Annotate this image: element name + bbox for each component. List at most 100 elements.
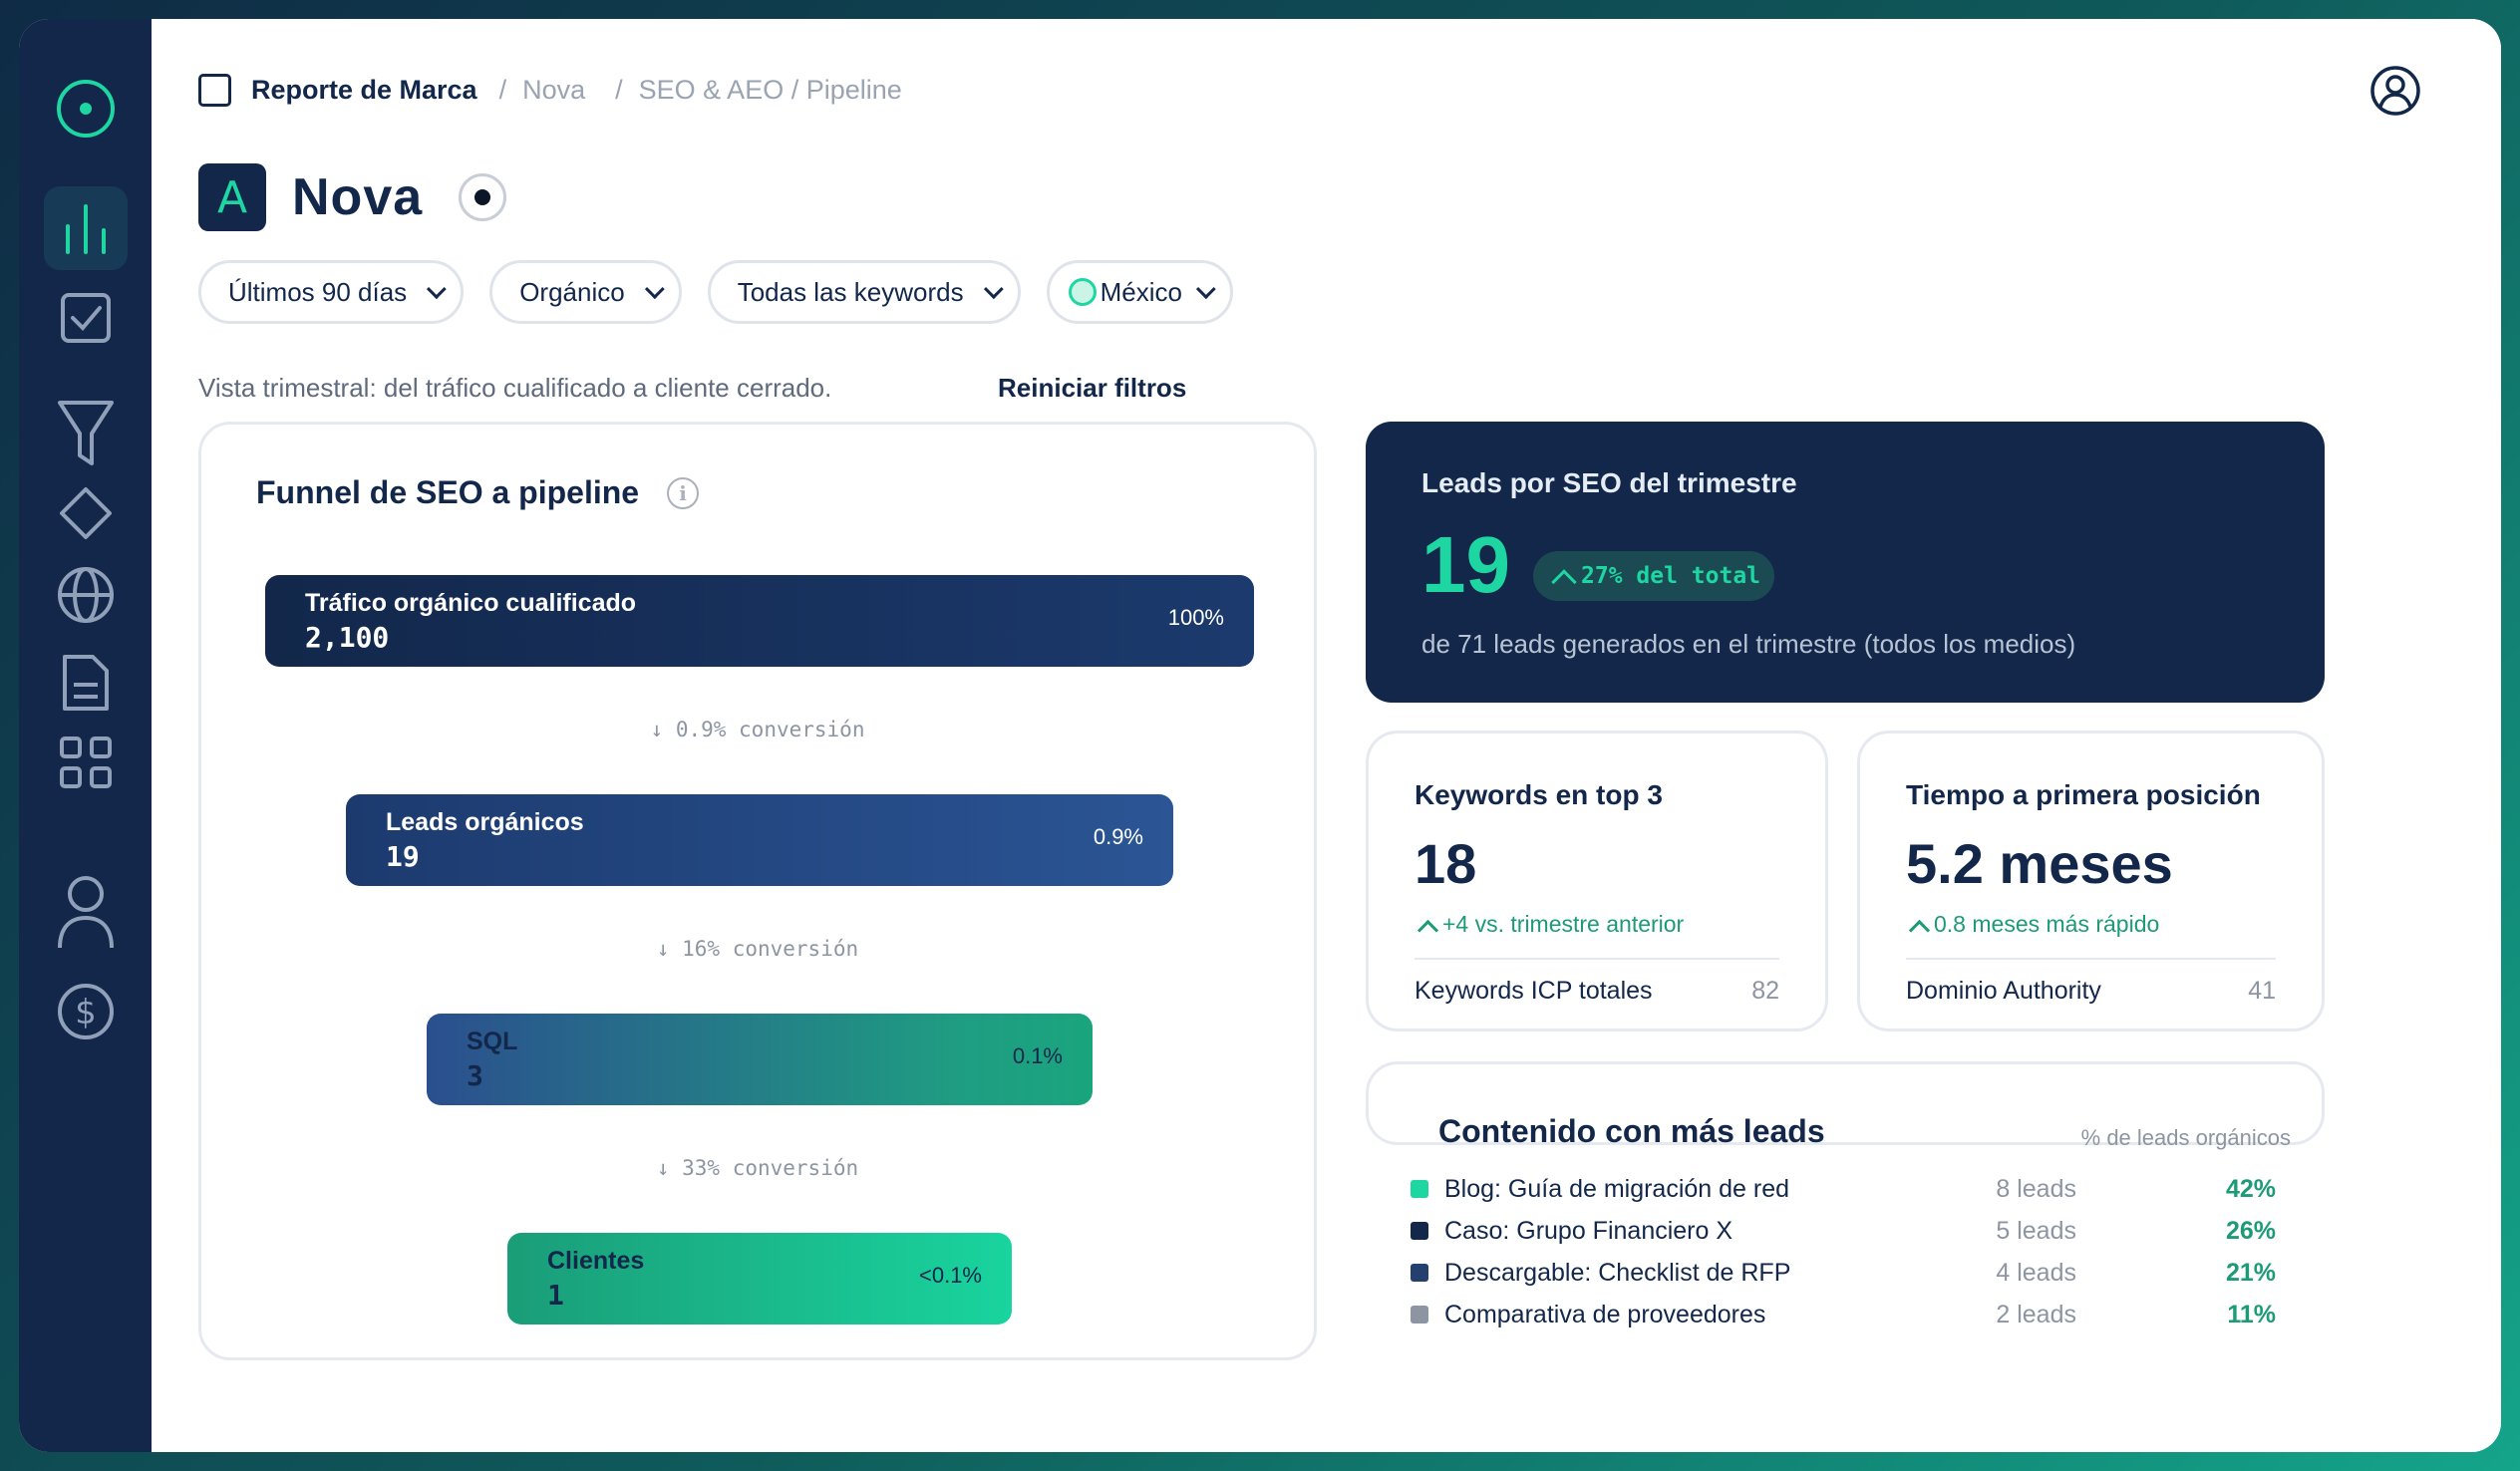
content-percent: 42% <box>2225 1174 2276 1203</box>
stage-percent: 0.1% <box>1012 1043 1063 1068</box>
info-icon[interactable]: i <box>667 476 700 509</box>
top-content-header: % de leads orgánicos <box>2080 1125 2291 1150</box>
divider <box>1906 958 2276 960</box>
breadcrumb-separator: / <box>615 75 623 105</box>
leads-count: 19 <box>1421 520 1510 609</box>
list-item[interactable]: Blog: Guía de migración de red 8 leads 4… <box>1411 1171 2276 1207</box>
sidebar-item-apps[interactable] <box>58 735 114 790</box>
kpi-value: 18 <box>1415 832 1477 895</box>
filter-date-range[interactable]: Últimos 90 días <box>198 260 465 324</box>
stage-label: Tráfico orgánico cualificado <box>305 589 637 617</box>
conversion-rate: ↓ 16% conversión <box>656 937 859 961</box>
stage-value: 1 <box>547 1279 564 1312</box>
kpi-delta-text: 0.8 meses más rápido <box>1934 911 2160 937</box>
sidebar-item-analytics[interactable] <box>43 186 128 270</box>
stage-value: 19 <box>386 840 420 873</box>
sidebar-item-contacts[interactable] <box>56 874 116 950</box>
filter-label: México <box>1100 276 1182 307</box>
kpi-footer-value: 82 <box>1751 977 1779 1005</box>
breadcrumb-separator: / <box>498 75 507 105</box>
sidebar-item-tasks[interactable] <box>58 290 114 346</box>
kpi-card-keywords: Keywords en top 3 18 +4 vs. trimestre an… <box>1366 731 1828 1031</box>
user-icon <box>57 876 114 949</box>
list-item[interactable]: Descargable: Checklist de RFP 4 leads 21… <box>1411 1255 2276 1291</box>
checkbox-icon <box>60 293 111 343</box>
sidebar-item-diamond[interactable] <box>58 485 114 541</box>
stage-label: SQL <box>467 1028 518 1055</box>
chevron-down-icon <box>1195 279 1216 300</box>
list-item[interactable]: Caso: Grupo Financiero X 5 leads 26% <box>1411 1213 2276 1249</box>
filter-label: Todas las keywords <box>737 276 964 307</box>
trend-up-icon <box>1417 919 1439 942</box>
globe-icon <box>57 567 114 623</box>
filter-label: Orgánico <box>519 276 625 307</box>
dollar-icon: $ <box>57 984 114 1039</box>
leads-card-title: Leads por SEO del trimestre <box>1421 467 1797 498</box>
chevron-down-icon <box>983 279 1004 300</box>
kpi-footer-value: 41 <box>2248 977 2276 1005</box>
content-name: Descargable: Checklist de RFP <box>1444 1258 1791 1287</box>
funnel-stage-sql: SQL 3 0.1% <box>427 1014 1093 1105</box>
filter-keywords[interactable]: Todas las keywords <box>707 260 1021 324</box>
content-leads: 8 leads <box>1996 1174 2076 1203</box>
logo-target-icon[interactable] <box>54 77 118 141</box>
funnel-card: Funnel de SEO a pipeline i Tráfico orgán… <box>198 422 1317 1360</box>
kpi-title: Tiempo a primera posición <box>1906 779 2261 810</box>
chevron-down-icon <box>427 279 447 300</box>
content-leads: 2 leads <box>1996 1300 2076 1328</box>
grid-icon <box>59 736 112 788</box>
breadcrumb-brand[interactable]: Nova <box>522 75 585 106</box>
list-item[interactable]: Comparativa de proveedores 2 leads 11% <box>1411 1297 2276 1332</box>
content-percent: 11% <box>2227 1300 2276 1328</box>
funnel-title-text: Funnel de SEO a pipeline <box>256 474 640 510</box>
sidebar-item-funnel[interactable] <box>56 398 116 469</box>
trend-up-icon <box>1908 919 1931 942</box>
stage-percent: 100% <box>1167 605 1224 630</box>
conversion-rate: ↓ 0.9% conversión <box>650 718 865 741</box>
kpi-footer-label: Dominio Authority <box>1906 977 2101 1005</box>
funnel-title: Funnel de SEO a pipeline i <box>256 474 700 511</box>
sidebar-item-global[interactable] <box>56 565 116 625</box>
stage-value: 3 <box>467 1059 483 1092</box>
filter-country[interactable]: México <box>1046 260 1233 324</box>
legend-swatch <box>1411 1180 1428 1198</box>
seo-leads-card: Leads por SEO del trimestre 19 27% del t… <box>1366 422 2325 703</box>
leads-card-subtext: de 71 leads generados en el trimestre (t… <box>1421 629 2076 659</box>
kpi-delta-text: +4 vs. trimestre anterior <box>1442 911 1685 937</box>
filter-channel[interactable]: Orgánico <box>489 260 682 324</box>
bar-chart-icon <box>65 204 106 254</box>
kpi-delta: 0.8 meses más rápido <box>1906 911 2160 942</box>
breadcrumb-section[interactable]: SEO & AEO / Pipeline <box>639 75 902 106</box>
diamond-icon <box>59 487 112 539</box>
funnel-stage-traffic: Tráfico orgánico cualificado 2,100 100% <box>265 575 1254 667</box>
select-checkbox[interactable] <box>198 74 231 107</box>
share-badge: 27% del total <box>1533 551 1775 601</box>
sidebar-item-billing[interactable]: $ <box>56 982 116 1041</box>
page-header: A Nova <box>198 163 507 231</box>
brand-avatar: A <box>198 163 266 231</box>
kpi-delta: +4 vs. trimestre anterior <box>1415 911 1685 942</box>
content-leads: 5 leads <box>1996 1216 2076 1245</box>
legend-swatch <box>1411 1306 1428 1324</box>
breadcrumb: Reporte de Marca / Nova / SEO & AEO / Pi… <box>198 74 902 107</box>
reset-filters-button[interactable]: Reiniciar filtros <box>998 373 1186 404</box>
filter-label: Últimos 90 días <box>228 276 408 307</box>
sidebar: $ <box>19 19 152 1452</box>
legend-swatch <box>1411 1222 1428 1240</box>
sidebar-item-documents[interactable] <box>61 653 111 713</box>
filter-icon <box>57 401 114 465</box>
document-icon <box>62 655 109 711</box>
content-name: Caso: Grupo Financiero X <box>1444 1216 1733 1245</box>
kpi-value: 5.2 meses <box>1906 832 2173 895</box>
stage-value: 2,100 <box>305 621 390 654</box>
stage-label: Leads orgánicos <box>386 808 584 836</box>
kpi-title: Keywords en top 3 <box>1415 779 1663 810</box>
brand-radio-toggle[interactable] <box>459 173 507 221</box>
breadcrumb-root[interactable]: Reporte de Marca <box>251 75 477 106</box>
filter-bar: Últimos 90 días Orgánico Todas las keywo… <box>198 260 1233 324</box>
funnel-stage-leads: Leads orgánicos 19 0.9% <box>346 794 1173 886</box>
funnel-stage-customers: Clientes 1 <0.1% <box>507 1233 1012 1324</box>
account-icon[interactable] <box>2369 65 2421 122</box>
legend-swatch <box>1411 1264 1428 1282</box>
page-subtitle: Vista trimestral: del tráfico cualificad… <box>198 373 832 403</box>
